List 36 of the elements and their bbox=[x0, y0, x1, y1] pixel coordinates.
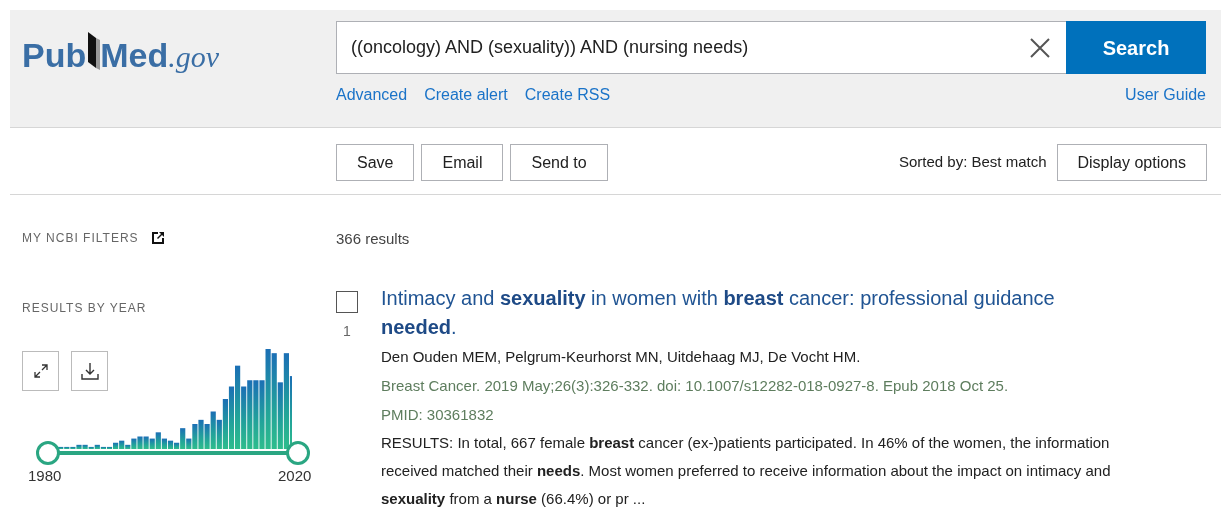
result-number: 1 bbox=[343, 321, 351, 341]
toolbar-button[interactable]: Send to bbox=[510, 144, 608, 181]
slider-handle[interactable] bbox=[286, 441, 310, 465]
external-link-icon[interactable] bbox=[150, 231, 165, 245]
search-link[interactable]: Create alert bbox=[424, 83, 508, 107]
search-link[interactable]: Advanced bbox=[336, 83, 408, 107]
slider-handle[interactable] bbox=[36, 441, 60, 465]
book-icon bbox=[86, 30, 101, 70]
result-pmid: PMID: 30361832 bbox=[381, 404, 495, 425]
display-options-button[interactable]: Display options bbox=[1056, 144, 1207, 181]
search-field[interactable]: ((oncology) AND (sexuality)) AND (nursing needs) bbox=[336, 21, 1014, 74]
download-button[interactable] bbox=[71, 351, 108, 391]
logo-suffix[interactable]: .gov bbox=[168, 42, 220, 72]
toolbar-button[interactable]: Email bbox=[421, 144, 504, 181]
search-button[interactable]: Search bbox=[1066, 21, 1206, 74]
logo-text[interactable]: Pub bbox=[22, 38, 87, 72]
result-snippet: RESULTS: In total, 667 female breast cancer (ex-)patients participated. In 46% of the women, the information received matched their needs. Most women preferred to receive information about the impact on intimacy and sexuality from a nurse (66.4%) or pr ... bbox=[381, 432, 1112, 509]
expand-icon bbox=[33, 364, 48, 378]
result-title[interactable]: Intimacy and sexuality in women with breast cancer: professional guidance needed. bbox=[381, 283, 1109, 342]
expand-button[interactable] bbox=[22, 351, 59, 391]
search-link[interactable]: Create RSS bbox=[524, 83, 611, 107]
download-icon bbox=[80, 362, 99, 380]
logo-text[interactable]: Med bbox=[100, 38, 169, 72]
user-guide-link[interactable]: User Guide bbox=[1125, 83, 1206, 107]
section-heading: RESULTS BY YEAR bbox=[22, 300, 148, 317]
toolbar-button[interactable]: Save bbox=[336, 144, 415, 181]
year-label: 2020 bbox=[278, 466, 312, 486]
year-label: 1980 bbox=[28, 466, 62, 486]
clear-button[interactable] bbox=[1014, 21, 1066, 74]
sort-label: Sorted by: Best match bbox=[898, 152, 1047, 173]
result-checkbox[interactable] bbox=[336, 290, 358, 313]
result-citation: Breast Cancer. 2019 May;26(3):326-332. doi: 10.1007/s12282-018-0927-8. Epub 2018 Oct 25. bbox=[381, 375, 1010, 396]
result-authors: Den Ouden MEM, Pelgrum-Keurhorst MN, Uitdehaag MJ, De Vocht HM. bbox=[381, 346, 862, 367]
section-heading: MY NCBI FILTERS bbox=[22, 230, 139, 247]
close-icon bbox=[1030, 37, 1050, 58]
results-count: 366 results bbox=[336, 229, 411, 249]
